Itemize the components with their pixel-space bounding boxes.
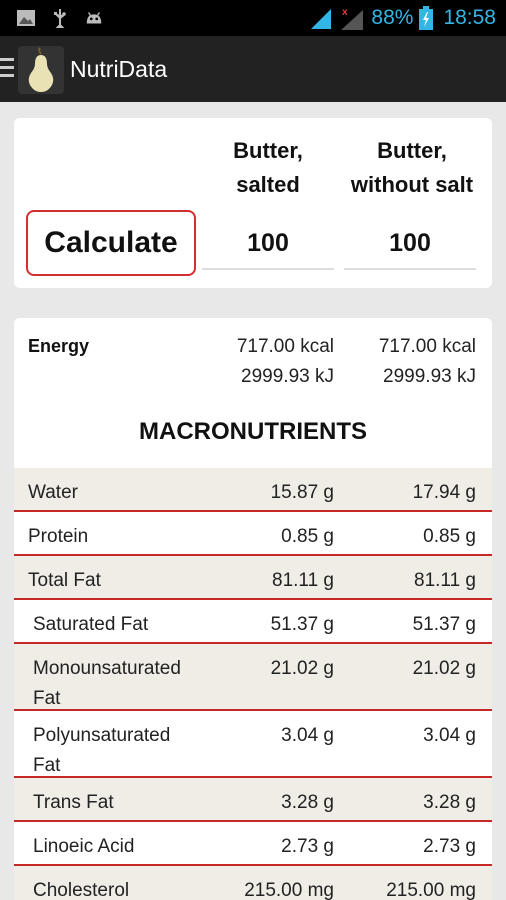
- nutrient-value-1: 81.11 g: [272, 570, 334, 591]
- nutrient-label: Saturated Fat: [33, 614, 149, 635]
- app-title: NutriData: [70, 56, 168, 82]
- table-row: Saturated Fat 51.37 g 51.37 g: [14, 600, 492, 644]
- nutrient-table-card: Energy 717.00 kcal 2999.93 kJ 717.00 kca…: [14, 318, 492, 900]
- nutrient-label: Protein: [28, 526, 89, 547]
- nutrient-value-1: 15.87 g: [270, 482, 334, 503]
- wifi-signal-icon: [311, 9, 332, 29]
- nutrient-value-1: 21.02 g: [270, 658, 334, 679]
- nutrient-value-1: 3.04 g: [281, 725, 334, 746]
- nutrient-label: Linoeic Acid: [33, 836, 135, 857]
- status-bar: x 88% 18:58: [0, 0, 506, 36]
- android-icon: [86, 12, 102, 24]
- nutrient-label: Cholesterol: [33, 880, 130, 900]
- food-name-line: salted: [236, 172, 300, 197]
- menu-icon[interactable]: [0, 58, 14, 80]
- svg-text:x: x: [342, 7, 348, 18]
- nutrient-value-1: 2.73 g: [281, 836, 334, 857]
- nutrient-value-2: 21.02 g: [412, 658, 476, 679]
- food-column-header-1: Butter, salted: [202, 134, 334, 202]
- usb-icon: [54, 9, 66, 28]
- nutrient-label: Monounsaturated Fat: [33, 658, 181, 709]
- nutrient-value-1: 3.28 g: [281, 792, 334, 813]
- table-row: Monounsaturated Fat 21.02 g 21.02 g: [14, 644, 492, 711]
- nutrient-value-2: 17.94 g: [412, 482, 476, 503]
- food-column-header-2: Butter, without salt: [342, 134, 482, 202]
- nutrient-value-1: 0.85 g: [281, 526, 334, 547]
- energy-kj: 2999.93 kJ: [383, 366, 476, 387]
- nutrient-value-1: 51.37 g: [270, 614, 334, 635]
- calculate-button[interactable]: Calculate: [26, 210, 196, 276]
- cell-signal-icon: x: [341, 7, 364, 30]
- energy-value-1: 717.00 kcal 2999.93 kJ: [204, 332, 334, 392]
- macronutrient-rows: Water 15.87 g 17.94 g Protein 0.85 g 0.8…: [14, 468, 492, 900]
- table-row: Trans Fat 3.28 g 3.28 g: [14, 778, 492, 822]
- image-icon: [17, 10, 35, 26]
- energy-value-2: 717.00 kcal 2999.93 kJ: [344, 332, 476, 392]
- battery-icon: [419, 6, 434, 30]
- battery-percent: 88%: [371, 6, 414, 29]
- action-bar: NutriData: [0, 36, 506, 102]
- energy-kcal: 717.00 kcal: [378, 336, 476, 357]
- food-name-line: Butter,: [233, 138, 303, 163]
- table-row: Water 15.87 g 17.94 g: [14, 468, 492, 512]
- nutrient-value-2: 51.37 g: [412, 614, 476, 635]
- energy-kcal: 717.00 kcal: [236, 336, 334, 357]
- energy-kj: 2999.93 kJ: [241, 366, 334, 387]
- quantity-input-1[interactable]: [202, 218, 334, 270]
- nutrient-label: Trans Fat: [33, 792, 114, 813]
- system-status: x 88% 18:58: [309, 6, 496, 30]
- nutrient-label: Water: [28, 482, 78, 503]
- table-row: Linoeic Acid 2.73 g 2.73 g: [14, 822, 492, 866]
- nutrient-label: Polyunsaturated Fat: [33, 725, 171, 776]
- energy-label: Energy: [28, 336, 90, 356]
- nutrient-value-1: 215.00 mg: [244, 880, 334, 900]
- table-row: Polyunsaturated Fat 3.04 g 3.04 g: [14, 711, 492, 778]
- comparison-header-card: Butter, salted Butter, without salt Calc…: [14, 118, 492, 288]
- nutrient-value-2: 215.00 mg: [386, 880, 476, 900]
- nutrient-value-2: 3.28 g: [423, 792, 476, 813]
- nutrient-value-2: 3.04 g: [423, 725, 476, 746]
- nutrient-label: Total Fat: [28, 570, 101, 591]
- section-title: MACRONUTRIENTS: [139, 418, 367, 445]
- nutrient-value-2: 81.11 g: [414, 570, 476, 591]
- nutrient-value-2: 2.73 g: [423, 836, 476, 857]
- table-row: Protein 0.85 g 0.85 g: [14, 512, 492, 556]
- clock: 18:58: [443, 6, 496, 29]
- table-row: Total Fat 81.11 g 81.11 g: [14, 556, 492, 600]
- quantity-input-2[interactable]: [344, 218, 476, 270]
- notification-icons: [16, 8, 104, 28]
- food-name-line: Butter,: [377, 138, 447, 163]
- nutrient-value-2: 0.85 g: [423, 526, 476, 547]
- food-name-line: without salt: [350, 172, 474, 197]
- pear-app-icon[interactable]: [18, 46, 64, 94]
- table-row: Cholesterol 215.00 mg 215.00 mg: [14, 866, 492, 900]
